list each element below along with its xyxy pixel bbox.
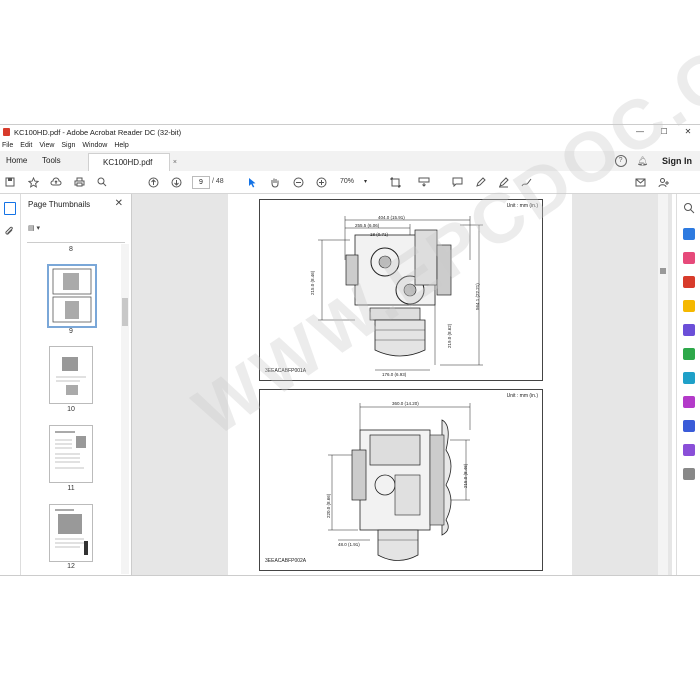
- window-controls: — ☐ ✕: [628, 125, 700, 139]
- zoom-in-icon[interactable]: [314, 175, 328, 189]
- organize-pages-icon[interactable]: [683, 348, 695, 360]
- thumbnail-page-9[interactable]: [47, 264, 97, 328]
- figure-code: 3EEACABFP002A: [265, 558, 307, 564]
- window-title: KC100HD.pdf - Adobe Acrobat Reader DC (3…: [14, 127, 182, 137]
- left-navigation-rail: [0, 194, 21, 575]
- tab-document[interactable]: KC100HD.pdf ×: [88, 153, 177, 171]
- thumbnail-page-12[interactable]: [49, 504, 93, 562]
- tab-close-icon[interactable]: ×: [173, 154, 177, 171]
- page-number-input[interactable]: 9: [192, 176, 210, 189]
- select-cursor-icon[interactable]: [245, 175, 259, 189]
- export-pdf-icon[interactable]: [683, 228, 695, 240]
- acrobat-app-icon: [3, 128, 10, 136]
- tab-home[interactable]: Home: [6, 151, 27, 171]
- fill-sign-icon[interactable]: [519, 175, 533, 189]
- title-bar: KC100HD.pdf - Adobe Acrobat Reader DC (3…: [0, 125, 700, 139]
- document-scrollbar[interactable]: [658, 194, 668, 575]
- engine-dimension-diagram-front: Unit : mm (in.) 404.0 (15.91) 255.5 (6.0…: [259, 199, 543, 381]
- thumbnail-label: 12: [67, 563, 75, 570]
- minimize-button[interactable]: —: [628, 125, 652, 139]
- thumbnail-label: 8: [69, 246, 73, 253]
- pdf-page: Unit : mm (in.) 404.0 (15.91) 255.5 (6.0…: [228, 194, 572, 575]
- print-icon[interactable]: [72, 175, 86, 189]
- comment-tool-icon[interactable]: [683, 300, 695, 312]
- save-icon[interactable]: [3, 175, 17, 189]
- bookmark-star-icon[interactable]: [26, 175, 40, 189]
- search-tools-icon[interactable]: [683, 202, 695, 214]
- thumbnail-scrollbar[interactable]: [121, 244, 129, 574]
- dimension-label: 360.0 (14.20): [392, 401, 419, 406]
- notifications-icon[interactable]: 🔔︎: [637, 156, 648, 167]
- dimension-label: 404.0 (15.91): [378, 215, 405, 220]
- document-viewport[interactable]: Unit : mm (in.) 404.0 (15.91) 255.5 (6.0…: [132, 194, 672, 575]
- maximize-button[interactable]: ☐: [652, 125, 676, 139]
- dimension-label: 215.0 (8.46): [463, 463, 468, 488]
- right-tools-rail: [676, 194, 700, 575]
- dimension-label: 215.0 (8.46): [310, 270, 315, 295]
- zoom-out-icon[interactable]: [291, 175, 305, 189]
- zoom-level-dropdown[interactable]: 70% ▾: [340, 176, 376, 187]
- page-count: / 48: [212, 178, 224, 185]
- page-thumbnails-panel: Page Thumbnails ✕ ▤ ▾ 8 9 10 11 12: [21, 194, 132, 575]
- dimension-label: 18 (0.71): [370, 232, 389, 237]
- panel-title: Page Thumbnails: [28, 200, 91, 209]
- scan-ocr-icon[interactable]: [683, 372, 695, 384]
- dimension-label: 219.0 (8.62): [447, 323, 452, 348]
- zoom-value: 70%: [340, 178, 355, 185]
- toolbar: 9 / 48 70% ▾: [0, 171, 700, 194]
- thumbnail-label: 9: [69, 328, 73, 335]
- fill-and-sign-icon[interactable]: [683, 396, 695, 408]
- edit-pdf-icon[interactable]: [683, 276, 695, 288]
- thumbnail-label: 11: [67, 485, 75, 492]
- thumbnail-label: 10: [67, 406, 75, 413]
- dimension-label: 220.0 (8.66): [326, 493, 331, 518]
- draw-pen-icon[interactable]: [496, 175, 510, 189]
- menu-help[interactable]: Help: [114, 142, 128, 149]
- share-user-icon[interactable]: [656, 175, 670, 189]
- tab-tools[interactable]: Tools: [42, 151, 61, 171]
- engine-dimension-diagram-side: Unit : mm (in.) 360.0 (14.20) 215.0 (8.4…: [259, 389, 543, 571]
- menu-file[interactable]: File: [2, 142, 13, 149]
- dimension-label: 564.1 (22.21): [475, 283, 480, 310]
- email-icon[interactable]: [633, 175, 647, 189]
- more-tools-icon[interactable]: [683, 468, 695, 480]
- help-icon[interactable]: ?: [614, 155, 627, 167]
- figure-code: 3EEACABFP001A: [265, 368, 307, 374]
- protect-icon[interactable]: [683, 420, 695, 432]
- menu-view[interactable]: View: [39, 142, 54, 149]
- menu-bar: File Edit View Sign Window Help: [0, 139, 136, 151]
- search-icon[interactable]: [95, 175, 109, 189]
- thumbnail-options-menu[interactable]: ▤ ▾: [28, 224, 48, 234]
- divider: [27, 242, 125, 243]
- keyboard-scroll-icon[interactable]: [417, 175, 431, 189]
- dimension-label: 176.0 (6.93): [382, 372, 407, 377]
- close-window-button[interactable]: ✕: [676, 125, 700, 139]
- attachments-icon[interactable]: [4, 226, 15, 237]
- thumbnail-page-11[interactable]: [49, 425, 93, 483]
- dimension-label: 255.5 (6.06): [355, 223, 380, 228]
- thumbnail-page-10[interactable]: [49, 346, 93, 404]
- fit-page-icon[interactable]: [388, 175, 402, 189]
- request-signature-icon[interactable]: [683, 444, 695, 456]
- acrobat-window: KC100HD.pdf - Adobe Acrobat Reader DC (3…: [0, 0, 700, 576]
- sign-in-button[interactable]: Sign In: [662, 156, 692, 166]
- hand-tool-icon[interactable]: [268, 175, 282, 189]
- next-page-icon[interactable]: [169, 175, 183, 189]
- close-panel-icon[interactable]: ✕: [115, 198, 123, 209]
- page-thumbnails-icon[interactable]: [4, 202, 16, 215]
- highlight-pen-icon[interactable]: [473, 175, 487, 189]
- tab-bar: Home Tools KC100HD.pdf × ? 🔔︎ Sign In: [0, 151, 700, 172]
- create-pdf-icon[interactable]: [683, 252, 695, 264]
- comment-icon[interactable]: [450, 175, 464, 189]
- upload-cloud-icon[interactable]: [49, 175, 63, 189]
- dimension-label: 48.0 (1.91): [338, 542, 360, 547]
- document-tab-label: KC100HD.pdf: [103, 158, 153, 167]
- menu-edit[interactable]: Edit: [20, 142, 32, 149]
- previous-page-icon[interactable]: [146, 175, 160, 189]
- menu-window[interactable]: Window: [82, 142, 107, 149]
- menu-sign[interactable]: Sign: [61, 142, 75, 149]
- combine-files-icon[interactable]: [683, 324, 695, 336]
- chevron-down-icon: ▾: [363, 179, 367, 185]
